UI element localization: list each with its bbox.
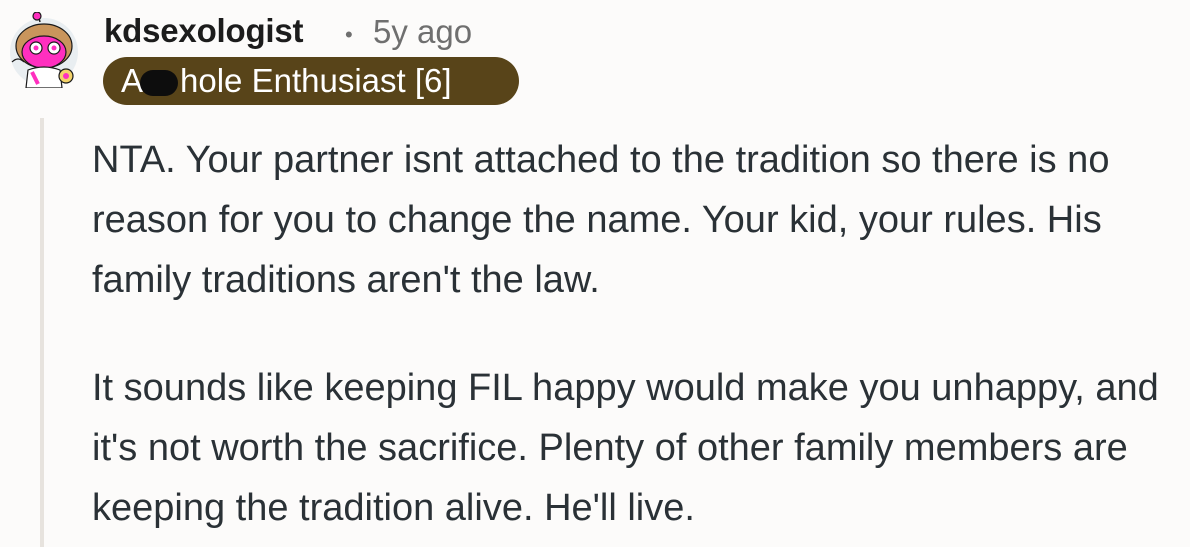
snoo-avatar-icon [10, 11, 78, 89]
comment-paragraph: NTA. Your partner isnt attached to the t… [92, 139, 1110, 301]
flair-text-suffix: hole Enthusiast [6] [180, 62, 452, 99]
comment: kdsexologist • 5y ago Ahole Enthusiast [… [0, 0, 1190, 547]
user-avatar[interactable] [8, 11, 80, 89]
user-flair: Ahole Enthusiast [6] [103, 57, 519, 105]
flair-redaction [140, 70, 179, 96]
comment-timestamp: 5y ago [373, 13, 473, 50]
comment-paragraph: It sounds like keeping FIL happy would m… [92, 367, 1159, 529]
thread-collapse-line[interactable] [40, 118, 44, 547]
comment-body: NTA. Your partner isnt attached to the t… [92, 130, 1187, 538]
author-username[interactable]: kdsexologist [104, 12, 304, 50]
meta-separator: • [345, 22, 353, 47]
